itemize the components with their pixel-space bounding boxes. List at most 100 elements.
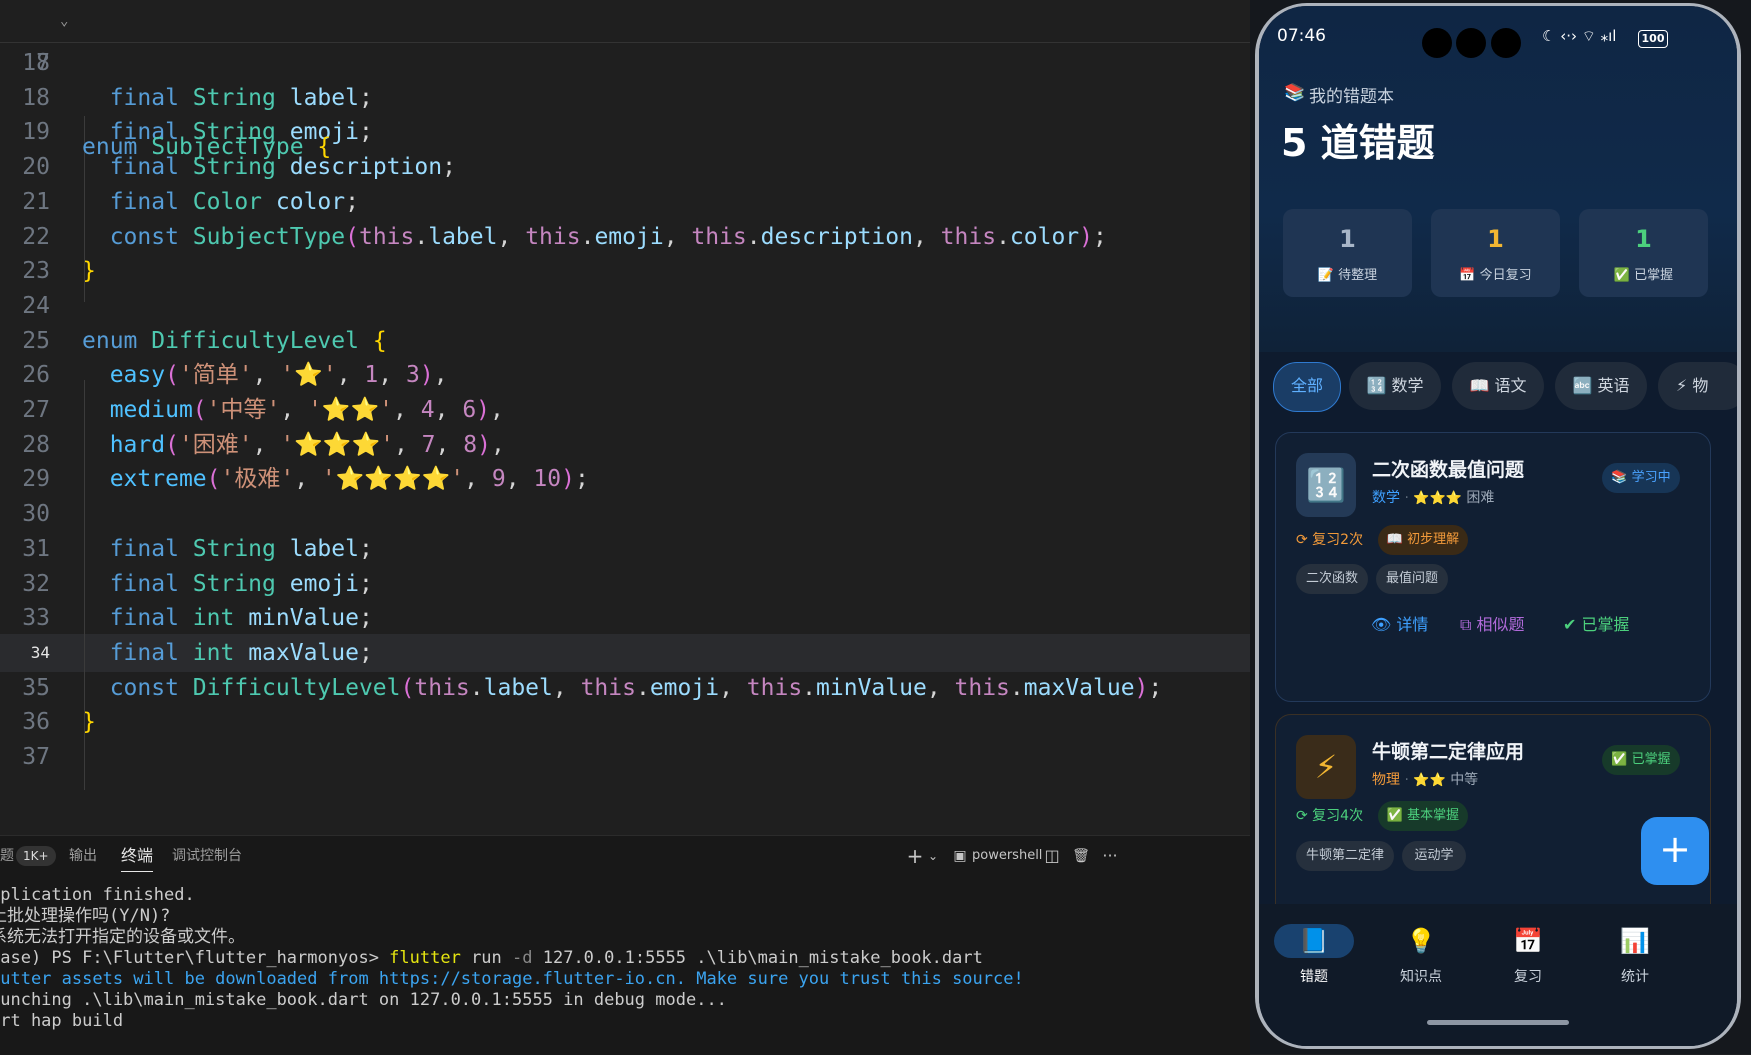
numbers-icon: 🔢 <box>1296 453 1356 517</box>
review-count: ⟳ 复习2次 <box>1296 532 1364 548</box>
stars-icon: ⭐⭐ <box>1413 773 1446 788</box>
filter-chip-math[interactable]: 🔢 数学 <box>1349 362 1441 410</box>
code-text: enum DifficultyLevel { <box>82 327 387 354</box>
filter-chip-english[interactable]: 🔤 英语 <box>1555 362 1647 410</box>
mastered-button[interactable]: ✔ 已掌握 <box>1563 611 1630 635</box>
line-number: 32 <box>22 570 50 597</box>
difficulty-label: 困难 <box>1466 490 1495 506</box>
code-line[interactable]: 21 final Color color; <box>0 183 1250 221</box>
tag[interactable]: 最值问题 <box>1376 564 1448 594</box>
stat-card-pending[interactable]: 1 📝 待整理 <box>1283 209 1412 297</box>
panel-tabs: 题 1K+ 输出 终端 调试控制台 + ⌄ ▣ powershell ◫ 🗑 ·… <box>0 836 1250 876</box>
subject-label: 数学 <box>1372 490 1400 506</box>
code-text: final String emoji; <box>109 570 373 597</box>
code-line[interactable]: 17 <box>0 44 1250 82</box>
line-number: 25 <box>22 327 50 354</box>
camera-icon <box>1491 28 1521 58</box>
nav-item-mistakes[interactable]: 📘 错题 <box>1274 924 1354 986</box>
stat-card-today-review[interactable]: 1 📅 今日复习 <box>1431 209 1560 297</box>
line-number: 8 <box>36 50 50 76</box>
code-line[interactable]: 27 medium('中等', '⭐⭐', 4, 6), <box>0 391 1250 429</box>
code-text: final int minValue; <box>109 605 373 632</box>
code-text: easy('简单', '⭐', 1, 3), <box>109 362 448 389</box>
review-count: ⟳ 复习4次 <box>1296 808 1364 824</box>
eye-icon: 👁 <box>1371 615 1392 634</box>
code-text: hard('困难', '⭐⭐⭐', 7, 8), <box>109 431 505 458</box>
line-number: 36 <box>22 709 50 736</box>
line-number: 27 <box>22 397 50 423</box>
terminal-icon: ▣ <box>953 848 967 864</box>
terminal-output-line: oplication finished. <box>0 885 195 905</box>
stat-card-mastered[interactable]: 1 ✅ 已掌握 <box>1579 209 1708 297</box>
code-line[interactable]: 37 <box>0 738 1250 776</box>
camera-icon <box>1456 28 1486 58</box>
status-badge: ✅ 已掌握 <box>1602 745 1680 775</box>
books-icon: 📚 <box>1284 83 1306 103</box>
similar-button[interactable]: ⧉ 相似题 <box>1460 611 1525 635</box>
code-line[interactable]: 34 final int maxValue; <box>0 633 1250 672</box>
card-meta: 数学 · ⭐⭐⭐ 困难 <box>1372 490 1495 506</box>
tag[interactable]: 运动学 <box>1402 841 1466 871</box>
code-line[interactable]: 22 const SubjectType(this.label, this.em… <box>0 218 1250 256</box>
filter-chip-physics[interactable]: ⚡ 物 <box>1658 362 1737 410</box>
sticky-scroll-header[interactable]: 8 ⌄ enum SubjectType { <box>0 0 1250 160</box>
new-terminal-icon[interactable]: + <box>906 842 924 870</box>
code-text: final int maxValue; <box>109 639 373 666</box>
card-title: 二次函数最值问题 <box>1372 459 1525 481</box>
tag[interactable]: 牛顿第二定律 <box>1296 841 1394 871</box>
code-line[interactable]: 32 final String emoji; <box>0 565 1250 603</box>
code-line[interactable]: 25 enum DifficultyLevel { <box>0 322 1250 360</box>
code-line[interactable]: 26 easy('简单', '⭐', 1, 3), <box>0 356 1250 394</box>
book-icon: 📖 <box>1469 376 1490 395</box>
nav-item-stats[interactable]: 📊 统计 <box>1595 924 1675 986</box>
lightning-icon: ⚡ <box>1296 735 1356 799</box>
app-subtitle: 我的错题本 <box>1309 87 1394 107</box>
tab-terminal[interactable]: 终端 <box>121 836 154 876</box>
mistake-card[interactable]: 🔢 二次函数最值问题 数学 · ⭐⭐⭐ 困难 📚 学习中 ⟳ 复习2次 📖 初步… <box>1275 432 1711 702</box>
home-indicator[interactable] <box>1427 1020 1569 1025</box>
stat-value: 1 <box>1635 225 1652 253</box>
shell-label[interactable]: powershell <box>972 842 1042 870</box>
add-mistake-button[interactable]: + <box>1641 817 1709 885</box>
stat-value: 1 <box>1487 225 1504 253</box>
code-line[interactable]: 18 final String label; <box>0 79 1250 117</box>
code-line[interactable]: 31 final String label; <box>0 530 1250 568</box>
code-line[interactable]: 28 hard('困难', '⭐⭐⭐', 7, 8), <box>0 426 1250 464</box>
nav-item-knowledge[interactable]: 💡 知识点 <box>1381 924 1461 986</box>
line-number: 22 <box>22 223 50 250</box>
code-line[interactable]: 33 final int minValue; <box>0 599 1250 637</box>
code-text: const SubjectType(this.label, this.emoji… <box>109 223 1107 250</box>
line-number: 37 <box>22 744 50 770</box>
nav-item-review[interactable]: 📅 复习 <box>1488 924 1568 986</box>
problems-count-badge: 1K+ <box>16 846 56 866</box>
stat-label: 📝 待整理 <box>1317 268 1378 283</box>
code-editor[interactable]: 8 ⌄ enum SubjectType { 1718 final String… <box>0 0 1250 835</box>
trash-icon[interactable]: 🗑 <box>1071 842 1091 870</box>
detail-button[interactable]: 👁 详情 <box>1371 611 1428 635</box>
line-number: 31 <box>22 535 50 562</box>
code-line[interactable]: 24 <box>0 287 1250 325</box>
filter-chip-chinese[interactable]: 📖 语文 <box>1452 362 1544 410</box>
terminal-panel[interactable]: 题 1K+ 输出 终端 调试控制台 + ⌄ ▣ powershell ◫ 🗑 ·… <box>0 835 1250 1055</box>
chevron-down-icon[interactable]: ⌄ <box>926 842 940 870</box>
code-line[interactable]: 23} <box>0 252 1250 290</box>
code-line[interactable]: 30 <box>0 495 1250 533</box>
more-icon[interactable]: ··· <box>1100 842 1120 870</box>
filter-chip-all[interactable]: 全部 <box>1273 362 1341 412</box>
indent-guide <box>84 380 85 790</box>
app-header: 07:46 ☾ ‹·› ⌔ ⁎ıl 100 📚 我的错题本 5 道错题 1 📝 … <box>1259 6 1737 352</box>
phone-screen[interactable]: 07:46 ☾ ‹·› ⌔ ⁎ıl 100 📚 我的错题本 5 道错题 1 📝 … <box>1259 6 1737 1046</box>
tab-debug-console[interactable]: 调试控制台 <box>172 836 242 876</box>
code-text: final String label; <box>109 84 373 111</box>
code-text: extreme('极难', '⭐⭐⭐⭐', 9, 10); <box>109 466 589 493</box>
code-line[interactable]: 29 extreme('极难', '⭐⭐⭐⭐', 9, 10); <box>0 460 1250 498</box>
line-number: 34 <box>30 642 50 662</box>
fold-chevron-icon[interactable]: ⌄ <box>60 0 68 42</box>
tab-output[interactable]: 输出 <box>69 836 97 876</box>
code-line[interactable]: 36} <box>0 703 1250 741</box>
tab-problems[interactable]: 题 <box>0 836 14 876</box>
bar-chart-icon: 📊 <box>1620 927 1650 955</box>
split-terminal-icon[interactable]: ◫ <box>1043 842 1061 870</box>
tag[interactable]: 二次函数 <box>1296 564 1368 594</box>
code-line[interactable]: 35 const DifficultyLevel(this.label, thi… <box>0 669 1250 707</box>
